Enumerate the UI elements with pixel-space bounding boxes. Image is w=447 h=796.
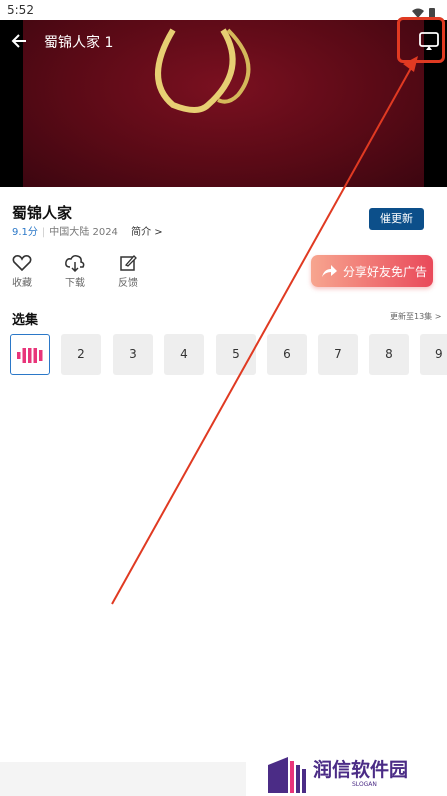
watermark-logo: 润信软件园 SLOGAN [268, 752, 447, 796]
annotation-arrow [111, 56, 418, 605]
bottom-bar [0, 762, 246, 796]
watermark-text: 润信软件园 [313, 759, 409, 781]
watermark-slogan: SLOGAN [352, 781, 377, 788]
